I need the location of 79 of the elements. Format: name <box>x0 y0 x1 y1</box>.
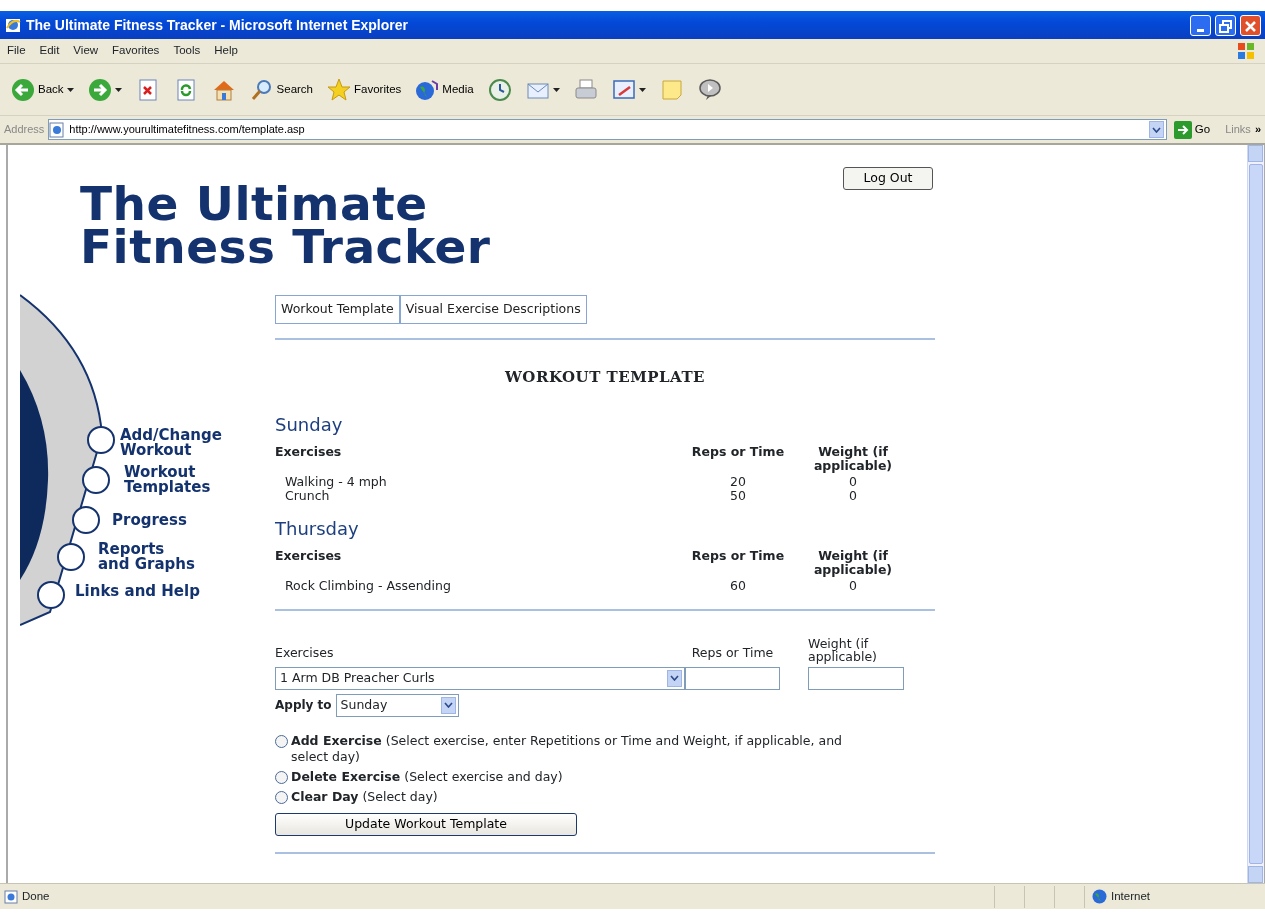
sidebar-link[interactable]: Progress <box>112 513 222 528</box>
field-label: Reps or Time <box>690 644 775 662</box>
menu-item[interactable]: Tools <box>166 40 208 62</box>
menu-item[interactable]: File <box>0 40 33 62</box>
address-label: Address <box>4 122 45 138</box>
table-cell-text: 50 <box>729 488 747 503</box>
menu-item[interactable]: View <box>66 40 106 62</box>
logo-text: Fitness Tracker <box>80 225 491 268</box>
table-cell-text: 60 <box>729 579 747 593</box>
reps-input[interactable] <box>685 666 780 690</box>
page-icon <box>49 121 66 138</box>
day-select[interactable]: Sunday <box>335 693 459 717</box>
column-header: Reps or Time <box>690 445 786 462</box>
column-header: Reps or Time <box>690 549 786 566</box>
windows-logo-icon <box>1235 41 1257 61</box>
table-cell-text: 0 <box>848 488 858 503</box>
field-label: Weight (if applicable) <box>808 636 878 663</box>
toolbar-button[interactable]: Search <box>246 75 316 104</box>
toolbar-button[interactable]: Media <box>412 75 477 104</box>
log-out-button[interactable]: Log Out <box>843 167 933 190</box>
table-cell-text: 0 <box>848 579 858 593</box>
note-icon <box>659 77 684 102</box>
address-field[interactable]: http://www.yourultimatefitness.com/template.asp <box>48 119 1167 140</box>
column-header: Weight (if applicable) <box>812 549 894 577</box>
chevron-button[interactable]: » <box>1254 121 1261 138</box>
field-label: Exercises <box>275 644 335 662</box>
table-cell-text: Crunch <box>284 488 330 503</box>
go-button[interactable]: Go <box>1170 118 1214 141</box>
close-button[interactable] <box>1240 14 1261 36</box>
restore-button[interactable] <box>1215 14 1236 36</box>
toolbar-button[interactable]: Back <box>8 75 77 104</box>
option-text: Delete Exercise (Select exercise and day) <box>291 768 564 785</box>
minimize-button[interactable] <box>1190 14 1211 36</box>
menu-item[interactable]: Edit <box>32 40 67 62</box>
speech-bubble-icon <box>697 77 722 102</box>
minimize-icon <box>1197 29 1204 33</box>
tab-link[interactable]: Workout Template <box>275 295 400 324</box>
tab-link[interactable]: Visual Exercise Descriptions <box>399 295 587 324</box>
table-cell-text: 0 <box>848 475 858 489</box>
zone-text: Internet <box>1111 888 1151 904</box>
column-header: Exercises <box>275 445 343 462</box>
weight-input[interactable] <box>808 666 904 690</box>
radio-button[interactable] <box>275 770 288 784</box>
column-header: Weight (if applicable) <box>812 445 894 473</box>
window-title: The Ultimate Fitness Tracker - Microsoft Internet Explorer <box>26 15 408 35</box>
edit-icon <box>611 77 636 102</box>
search-icon <box>249 77 274 102</box>
sidebar-link[interactable]: Workout Templates <box>124 465 222 495</box>
sidebar-link[interactable]: Add/Change Workout <box>120 428 222 458</box>
printer-icon <box>573 77 598 102</box>
table-cell-text: 20 <box>729 475 747 489</box>
sidebar-link[interactable]: Links and Help <box>75 584 222 599</box>
browser-icon <box>4 16 22 34</box>
day-heading: Sunday <box>275 414 344 437</box>
globe-icon <box>415 77 440 102</box>
menu-item[interactable]: Favorites <box>105 40 167 62</box>
update-button[interactable]: Update Workout Template <box>275 812 577 836</box>
back-icon <box>11 77 35 102</box>
forward-icon <box>87 77 112 102</box>
table-cell-text: Rock Climbing - Assending <box>284 579 452 593</box>
radio-button[interactable] <box>275 734 288 748</box>
page-icon <box>4 889 18 904</box>
globe-icon <box>1092 889 1107 904</box>
column-header: Exercises <box>275 549 343 566</box>
exercise-select[interactable]: 1 Arm DB Preacher Curls <box>275 666 685 690</box>
status-text: Done <box>22 888 50 904</box>
day-heading: Thursday <box>275 518 360 541</box>
sidebar-link[interactable]: Reports and Graphs <box>98 542 222 572</box>
star-icon <box>327 77 351 102</box>
option-text: Clear Day (Select day) <box>291 788 439 805</box>
menu-item[interactable]: Help <box>207 40 245 62</box>
option-text: Add Exercise (Select exercise, enter Repetitions or Time and Weight, if applicable, and select day) <box>291 732 843 765</box>
radio-button[interactable] <box>275 790 288 804</box>
section-heading: WORKOUT TEMPLATE <box>504 366 706 388</box>
apply-to-label: Apply to <box>275 697 332 715</box>
clock-icon <box>487 77 512 102</box>
table-cell-text: Walking - 4 mph <box>284 475 388 489</box>
toolbar-button[interactable]: Favorites <box>324 75 405 104</box>
logo-text: The Ultimate <box>80 182 428 225</box>
